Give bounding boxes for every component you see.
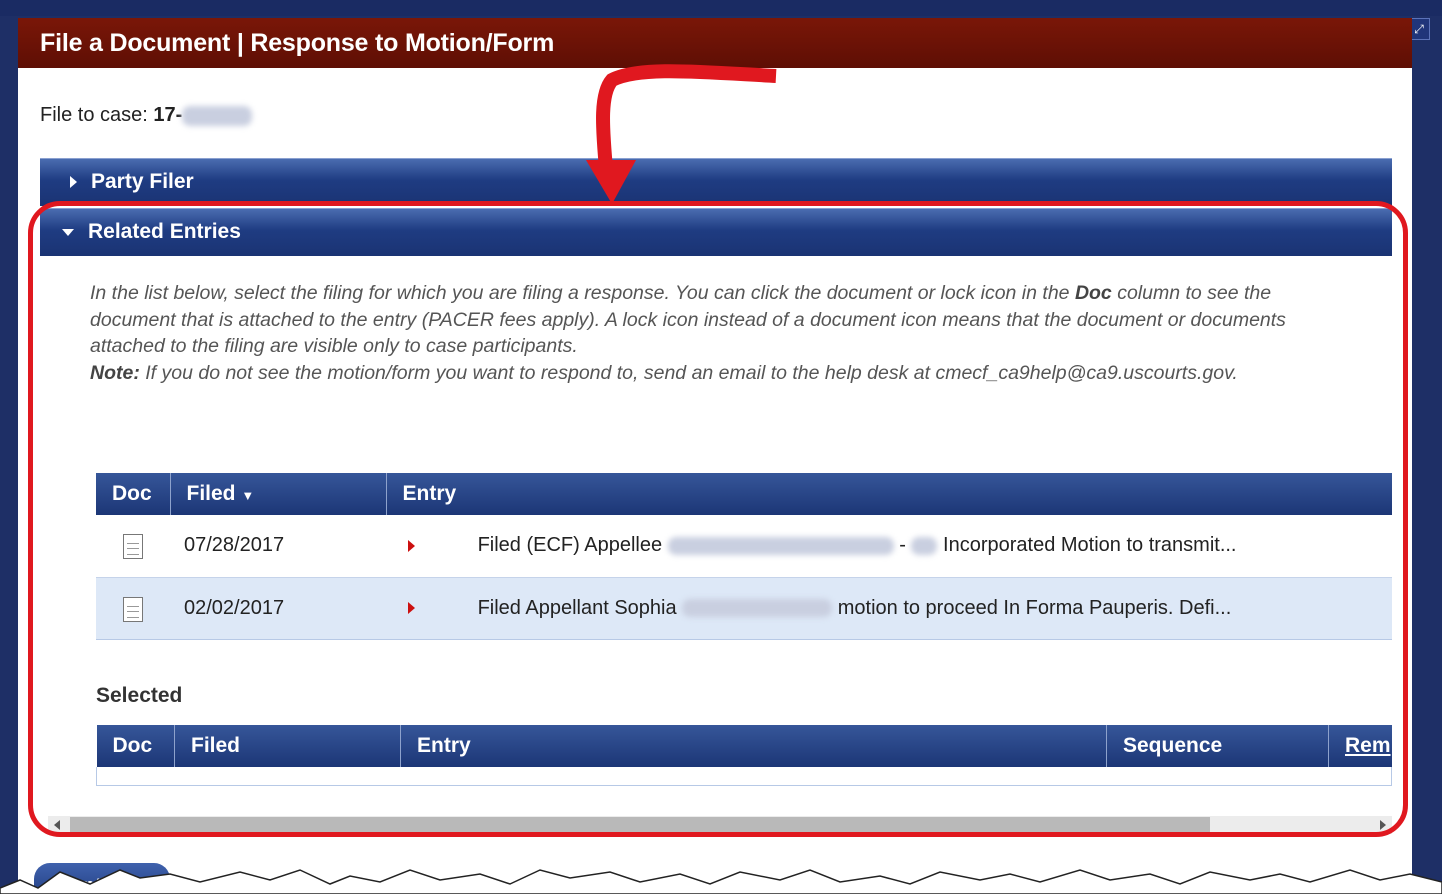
row-entry-suffix: Incorporated Motion to transmit... [943,534,1237,557]
case-line: File to case: 17- [40,104,253,127]
table-row [96,767,1392,785]
table-row[interactable]: 07/28/2017 Filed (ECF) Appellee - Incorp… [96,515,1392,577]
cancel-link[interactable]: Cancel [242,873,304,894]
chevron-down-icon [62,228,74,236]
row-entry-separator: - [899,534,906,557]
redacted-name [667,536,894,555]
case-number: 17- [153,104,183,126]
col-filed-label: Filed [186,482,236,505]
panel-party-filer[interactable]: Party Filer [40,158,1392,206]
row-entry-suffix: motion to proceed In Forma Pauperis. Def… [837,596,1232,619]
document-icon[interactable] [123,596,143,622]
row-entry-prefix: Filed (ECF) Appellee [477,534,663,557]
row-filed-date: 02/02/2017 [184,596,285,619]
redacted-name [682,599,833,618]
col-sequence[interactable]: Sequence [1106,725,1329,767]
sort-down-icon: ▼ [241,488,255,503]
chevron-right-icon [70,176,77,189]
dialog-title: File a Document | Response to Motion/For… [18,18,1412,68]
instructions-text: In the list below, select the filing for… [90,280,1360,386]
instructions-part1: In the list below, select the filing for… [90,282,1075,304]
col-doc[interactable]: Doc [96,725,175,767]
redacted-case-number [182,105,253,126]
panel-related-entries[interactable]: Related Entries [40,208,1392,256]
window-backdrop [0,0,1442,16]
horizontal-scrollbar[interactable] [48,816,1392,834]
row-entry-prefix: Filed Appellant Sophia [477,596,677,619]
row-filed-date: 07/28/2017 [184,534,285,557]
redacted-text [911,536,938,555]
col-filed[interactable]: Filed [174,725,401,767]
related-entries-table: Doc Filed ▼ Entry 07/28/2017 Filed (ECF)… [96,473,1392,640]
file-document-dialog: File a Document | Response to Motion/For… [18,18,1412,894]
panel-party-filer-label: Party Filer [91,170,194,193]
note-text: If you do not see the motion/form you wa… [139,361,1238,384]
table-row[interactable]: 02/02/2017 Filed Appellant Sophia motion… [96,577,1392,639]
continue-button[interactable]: Contin [34,863,170,894]
selected-entries-table: Doc Filed Entry Sequence Rem [96,725,1392,786]
instructions-doc-word: Doc [1074,282,1112,304]
scroll-thumb[interactable] [70,817,1210,833]
scroll-left-icon[interactable] [54,820,60,830]
note-label: Note: [90,361,140,384]
col-entry[interactable]: Entry [386,473,1392,515]
case-label: File to case: [40,104,148,126]
document-icon[interactable] [123,534,143,560]
col-entry[interactable]: Entry [400,725,1107,767]
col-remove[interactable]: Rem [1328,725,1392,767]
scroll-right-icon[interactable] [1380,820,1386,830]
col-doc[interactable]: Doc [96,473,171,515]
selected-heading: Selected [96,684,183,707]
expand-row-icon[interactable] [408,602,415,615]
expand-row-icon[interactable] [408,539,415,552]
col-filed[interactable]: Filed ▼ [170,473,387,515]
panel-related-entries-label: Related Entries [88,220,241,243]
